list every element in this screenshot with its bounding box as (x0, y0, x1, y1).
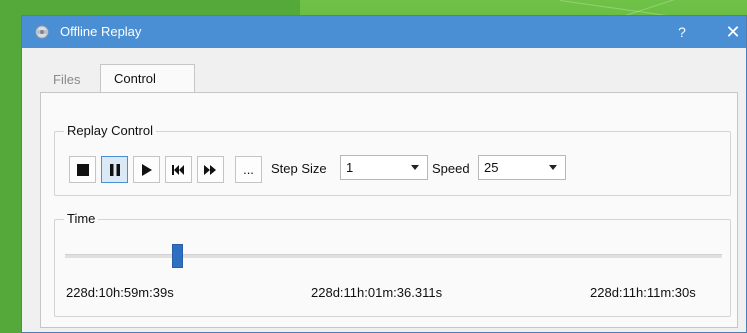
step-size-label: Step Size (271, 161, 327, 176)
tab-files[interactable]: Files (40, 67, 93, 92)
current-time: 228d:11h:01m:36.311s (311, 285, 443, 300)
speed-value: 25 (484, 160, 499, 175)
time-slider-track[interactable] (65, 254, 722, 258)
replay-control-title: Replay Control (64, 123, 156, 138)
skip-to-start-button[interactable] (165, 156, 192, 183)
stop-icon (76, 163, 89, 176)
time-group: Time 228d:10h:59m:39s 228d:11h:01m:36.31… (54, 211, 731, 317)
skip-to-start-icon (172, 164, 185, 175)
chevron-down-icon (411, 165, 419, 170)
help-button[interactable]: ? (672, 22, 692, 42)
play-icon (141, 163, 153, 176)
chevron-down-icon (549, 165, 557, 170)
window-titlebar[interactable]: Offline Replay ? ✕ (22, 16, 746, 48)
speed-label: Speed (432, 161, 470, 176)
time-title: Time (64, 211, 99, 226)
pause-button[interactable] (101, 156, 128, 183)
speed-select[interactable]: 25 (478, 155, 566, 180)
more-icon: ... (243, 162, 254, 177)
end-time: 228d:11h:11m:30s (590, 285, 696, 300)
time-slider-handle[interactable] (172, 244, 183, 268)
more-options-button[interactable]: ... (235, 156, 262, 183)
offline-replay-window: Offline Replay ? ✕ Files Control Replay … (21, 15, 747, 333)
step-size-select[interactable]: 1 (340, 155, 428, 180)
fast-forward-icon (204, 164, 217, 175)
step-size-value: 1 (346, 160, 354, 175)
pause-icon (109, 163, 121, 176)
replay-control-group: Replay Control ... Step Size 1 Speed 25 (54, 123, 731, 196)
fast-forward-button[interactable] (197, 156, 224, 183)
tab-control[interactable]: Control (100, 64, 195, 93)
stop-button[interactable] (69, 156, 96, 183)
play-button[interactable] (133, 156, 160, 183)
start-time: 228d:10h:59m:39s (66, 285, 174, 300)
control-panel: Replay Control ... Step Size 1 Speed 25 … (40, 92, 738, 328)
window-title: Offline Replay (60, 24, 142, 39)
close-button[interactable]: ✕ (722, 21, 744, 43)
app-icon (33, 24, 51, 40)
